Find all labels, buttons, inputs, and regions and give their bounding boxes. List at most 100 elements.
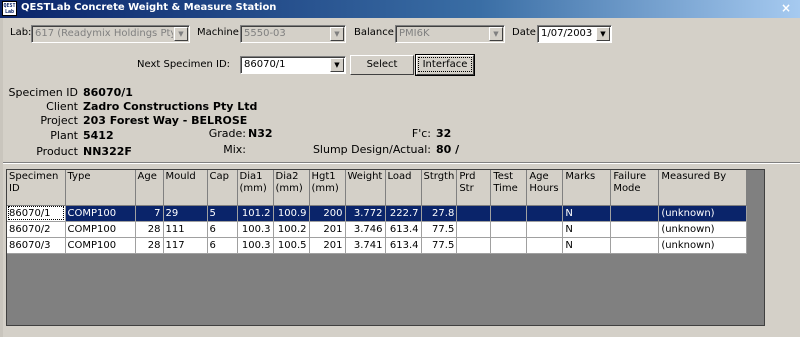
chevron-down-icon[interactable]: ▼ <box>330 58 344 72</box>
table-cell[interactable]: 613.4 <box>385 221 422 238</box>
table-cell[interactable]: 100.5 <box>273 237 310 254</box>
table-cell[interactable]: 27.8 <box>421 205 458 222</box>
table-cell[interactable]: 3.741 <box>345 237 386 254</box>
column-header[interactable]: Type <box>65 170 136 206</box>
table-cell[interactable]: 101.2 <box>237 205 274 222</box>
section-divider <box>3 162 800 164</box>
machine-label: Machine: <box>197 27 243 38</box>
table-cell[interactable]: 86070/3 <box>7 237 66 254</box>
table-cell[interactable]: 201 <box>309 237 346 254</box>
table-cell[interactable]: 86070/2 <box>7 221 66 238</box>
table-row[interactable]: 86070/2 COMP100 28 111 6 100.3 100.2 201 3.746 61… <box>7 221 748 238</box>
plant-value: 5412 <box>83 129 114 142</box>
interface-button-label: Interface <box>417 57 473 72</box>
table-cell[interactable]: 28 <box>135 237 164 254</box>
column-header[interactable]: Strgth <box>421 170 458 206</box>
table-cell[interactable]: 7 <box>135 205 164 222</box>
table-cell[interactable]: N <box>562 221 612 238</box>
column-header[interactable]: Hgt1 (mm) <box>309 170 346 206</box>
date-value: 1/07/2003 <box>541 28 593 39</box>
select-button[interactable]: Select <box>350 55 414 75</box>
table-cell[interactable] <box>490 237 528 254</box>
app-icon: QEST Lab <box>2 1 17 16</box>
table-cell[interactable]: 77.5 <box>421 221 458 238</box>
table-cell[interactable]: 77.5 <box>421 237 458 254</box>
column-header[interactable]: Weight <box>345 170 386 206</box>
table-cell[interactable]: 3.746 <box>345 221 386 238</box>
table-header-row: Specimen ID Type Age Mould Cap Dia1 (mm) Dia2 … <box>7 170 748 206</box>
interface-button[interactable]: Interface <box>415 54 475 76</box>
client-value: Zadro Constructions Pty Ltd <box>83 100 258 113</box>
column-header[interactable]: Age <box>135 170 164 206</box>
chevron-down-icon[interactable]: ▼ <box>596 27 610 41</box>
table-cell[interactable]: 200 <box>309 205 346 222</box>
table-row[interactable]: 86070/1 COMP100 7 29 5 101.2 100.9 200 3.772 222.… <box>7 205 748 222</box>
balance-select[interactable]: PMI6K ▼ <box>395 25 505 43</box>
table-cell[interactable] <box>526 205 564 222</box>
column-header[interactable]: Failure Mode <box>610 170 660 206</box>
table-cell[interactable]: 222.7 <box>385 205 422 222</box>
column-header[interactable]: Marks <box>562 170 612 206</box>
table-cell[interactable]: COMP100 <box>65 221 136 238</box>
project-label: Project <box>40 114 78 127</box>
table-cell[interactable]: 86070/1 <box>7 205 66 222</box>
table-cell[interactable] <box>490 221 528 238</box>
table-cell[interactable]: 6 <box>207 237 238 254</box>
product-value: NN322F <box>83 145 132 158</box>
table-cell[interactable]: 5 <box>207 205 238 222</box>
table-cell[interactable]: COMP100 <box>65 237 136 254</box>
lab-select[interactable]: 617 (Readymix Holdings Pty Lim ▼ <box>31 25 190 43</box>
table-cell[interactable]: 111 <box>163 221 208 238</box>
table-cell[interactable]: 6 <box>207 221 238 238</box>
table-cell[interactable] <box>456 237 492 254</box>
table-cell[interactable]: 117 <box>163 237 208 254</box>
table-cell[interactable] <box>610 221 660 238</box>
table-cell[interactable] <box>456 205 492 222</box>
table-cell[interactable] <box>526 237 564 254</box>
table-cell[interactable] <box>610 205 660 222</box>
chevron-down-icon[interactable]: ▼ <box>330 27 344 41</box>
machine-select[interactable]: 5550-03 ▼ <box>240 25 346 43</box>
table-cell[interactable]: 613.4 <box>385 237 422 254</box>
title-bar: QEST Lab QESTLab Concrete Weight & Measu… <box>0 0 800 18</box>
column-header[interactable]: Age Hours <box>526 170 564 206</box>
column-header[interactable]: Cap <box>207 170 238 206</box>
table-cell[interactable]: (unknown) <box>658 237 748 254</box>
column-header[interactable]: Prd Str <box>456 170 492 206</box>
table-cell[interactable]: 28 <box>135 221 164 238</box>
plant-label: Plant <box>50 129 78 142</box>
table-cell[interactable]: (unknown) <box>658 205 748 222</box>
column-header[interactable]: Load <box>385 170 422 206</box>
table-cell[interactable]: 29 <box>163 205 208 222</box>
product-label: Product <box>36 145 78 158</box>
table-row[interactable]: 86070/3 COMP100 28 117 6 100.3 100.5 201 3.741 61… <box>7 237 748 254</box>
column-header[interactable]: Dia1 (mm) <box>237 170 274 206</box>
column-header[interactable]: Dia2 (mm) <box>273 170 310 206</box>
chevron-down-icon[interactable]: ▼ <box>174 27 188 41</box>
table-cell[interactable] <box>610 237 660 254</box>
table-cell[interactable] <box>526 221 564 238</box>
machine-select-value: 5550-03 <box>244 28 286 39</box>
lab-label: Lab: <box>10 27 32 38</box>
table-cell[interactable]: 100.2 <box>273 221 310 238</box>
table-cell[interactable] <box>490 205 528 222</box>
close-button[interactable]: × <box>778 1 794 16</box>
date-picker[interactable]: 1/07/2003 ▼ <box>537 25 612 43</box>
table-cell[interactable]: 3.772 <box>345 205 386 222</box>
specimen-grid[interactable]: Specimen ID Type Age Mould Cap Dia1 (mm) Dia2 … <box>6 169 765 326</box>
table-cell[interactable]: 100.9 <box>273 205 310 222</box>
table-cell[interactable]: 100.3 <box>237 237 274 254</box>
table-cell[interactable] <box>456 221 492 238</box>
chevron-down-icon[interactable]: ▼ <box>489 27 503 41</box>
column-header[interactable]: Test Time <box>490 170 528 206</box>
next-specimen-select[interactable]: 86070/1 ▼ <box>240 56 346 74</box>
table-cell[interactable]: N <box>562 205 612 222</box>
table-cell[interactable]: 100.3 <box>237 221 274 238</box>
table-cell[interactable]: 201 <box>309 221 346 238</box>
column-header[interactable]: Measured By <box>658 170 748 206</box>
table-cell[interactable]: N <box>562 237 612 254</box>
table-cell[interactable]: COMP100 <box>65 205 136 222</box>
column-header[interactable]: Mould <box>163 170 208 206</box>
column-header[interactable]: Specimen ID <box>7 170 66 206</box>
table-cell[interactable]: (unknown) <box>658 221 748 238</box>
